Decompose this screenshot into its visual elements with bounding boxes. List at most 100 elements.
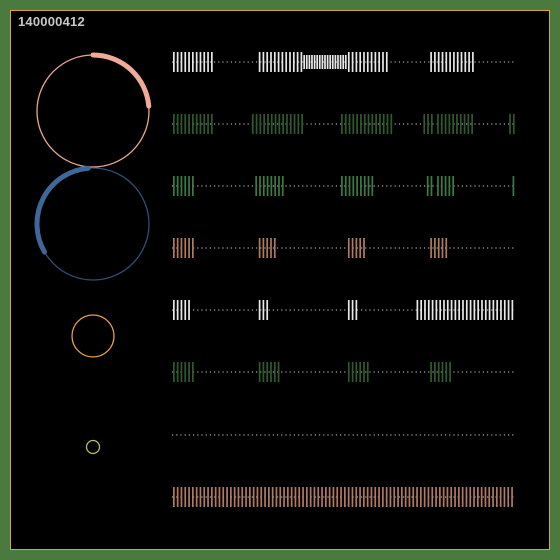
- track-1-tick: [281, 52, 284, 72]
- track-4-tick: [359, 238, 362, 258]
- track-5-tick: [488, 300, 491, 320]
- track-4-tick: [441, 238, 444, 258]
- track-1-tick: [441, 52, 444, 72]
- track-6-tick: [441, 362, 444, 382]
- track-5-tick: [184, 300, 187, 320]
- track-2-tick: [195, 114, 198, 134]
- track-1-tick: [192, 52, 194, 72]
- track-5-tick: [469, 300, 472, 320]
- track-1-tick: [273, 52, 276, 72]
- track-8-tick: [287, 487, 289, 507]
- track-1-tick: [374, 52, 377, 72]
- track-8-tick: [507, 487, 510, 507]
- track-8-tick: [404, 487, 407, 507]
- track-8-tick: [363, 487, 365, 507]
- track-4-tick: [355, 238, 358, 258]
- track-8-tick: [378, 487, 380, 507]
- track-2-tick: [448, 114, 451, 134]
- track-5-tick: [492, 300, 495, 320]
- track-8-tick: [473, 487, 475, 507]
- track-6-tick: [173, 362, 175, 382]
- track-5-tick: [454, 300, 457, 320]
- track-8-tick: [458, 487, 460, 507]
- track-5-tick: [258, 300, 261, 320]
- track-4-tick: [184, 238, 187, 258]
- track-8-tick: [218, 487, 221, 507]
- track-8-tick: [313, 487, 316, 507]
- track-3-tick: [255, 176, 258, 196]
- track-2-tick: [360, 114, 362, 134]
- track-8-tick: [401, 487, 403, 507]
- track-5-tick: [450, 300, 453, 320]
- track-8-tick: [492, 487, 494, 507]
- track-5-tick: [176, 300, 179, 320]
- track-3-tick: [278, 176, 280, 196]
- track-1-tick: [468, 52, 470, 72]
- track-8-tick: [382, 487, 384, 507]
- track-1-tick: [318, 55, 321, 69]
- track-2-tick: [274, 114, 277, 134]
- track-5-tick: [500, 300, 502, 320]
- track-6-tick: [176, 362, 179, 382]
- track-3-tick: [444, 176, 447, 196]
- track-1-tick: [303, 55, 306, 69]
- track-1-tick: [339, 55, 342, 69]
- track-8-tick: [325, 487, 327, 507]
- track-8-tick: [408, 487, 411, 507]
- track-6-tick: [180, 362, 183, 382]
- track-5-tick: [262, 300, 265, 320]
- track-8-tick: [511, 487, 513, 507]
- track-2-tick: [452, 114, 455, 134]
- track-8-tick: [268, 487, 270, 507]
- track-8-tick: [180, 487, 183, 507]
- track-8-tick: [336, 487, 339, 507]
- track-5-tick: [511, 300, 514, 320]
- track-2-tick: [301, 114, 303, 134]
- track-3-tick: [270, 176, 273, 196]
- track-2-tick: [199, 114, 202, 134]
- track-8-tick: [480, 487, 483, 507]
- track-8-tick: [279, 487, 282, 507]
- track-2-tick: [211, 114, 213, 134]
- track-4-tick: [445, 238, 448, 258]
- track-5-tick: [496, 300, 499, 320]
- track-5-tick: [180, 300, 183, 320]
- track-5-tick: [266, 300, 269, 320]
- track-3-tick: [363, 176, 366, 196]
- track-5-tick: [173, 300, 175, 320]
- track-5-tick: [477, 300, 480, 320]
- track-1-tick: [363, 52, 365, 72]
- track-2-tick: [255, 114, 258, 134]
- track-4-tick: [192, 238, 194, 258]
- track-6-tick: [355, 362, 358, 382]
- track-8-tick: [290, 487, 293, 507]
- track-8-tick: [298, 487, 301, 507]
- track-5-tick: [351, 300, 354, 320]
- track-8-tick: [412, 487, 415, 507]
- track-4-tick: [176, 238, 179, 258]
- track-2-tick: [344, 114, 347, 134]
- track-4-tick: [430, 238, 432, 258]
- track-8-tick: [309, 487, 312, 507]
- track-2-tick: [437, 114, 439, 134]
- track-8-tick: [397, 487, 399, 507]
- track-8-tick: [420, 487, 422, 507]
- track-8-tick: [477, 487, 479, 507]
- track-8-tick: [283, 487, 285, 507]
- track-1-tick: [464, 52, 467, 72]
- track-1-tick: [385, 52, 388, 72]
- track-2-tick: [471, 114, 474, 134]
- track-8-tick: [366, 487, 369, 507]
- track-2-tick: [289, 114, 292, 134]
- track-3-tick: [367, 176, 370, 196]
- track-3-tick: [259, 176, 261, 196]
- track-8-tick: [264, 487, 266, 507]
- track-1-tick: [382, 52, 384, 72]
- track-8-tick: [442, 487, 445, 507]
- track-1-tick: [316, 55, 319, 69]
- track-1-tick: [277, 52, 280, 72]
- track-1-tick: [449, 52, 451, 72]
- track-8-tick: [427, 487, 430, 507]
- track-1-tick: [324, 55, 326, 69]
- track-2-tick: [375, 114, 377, 134]
